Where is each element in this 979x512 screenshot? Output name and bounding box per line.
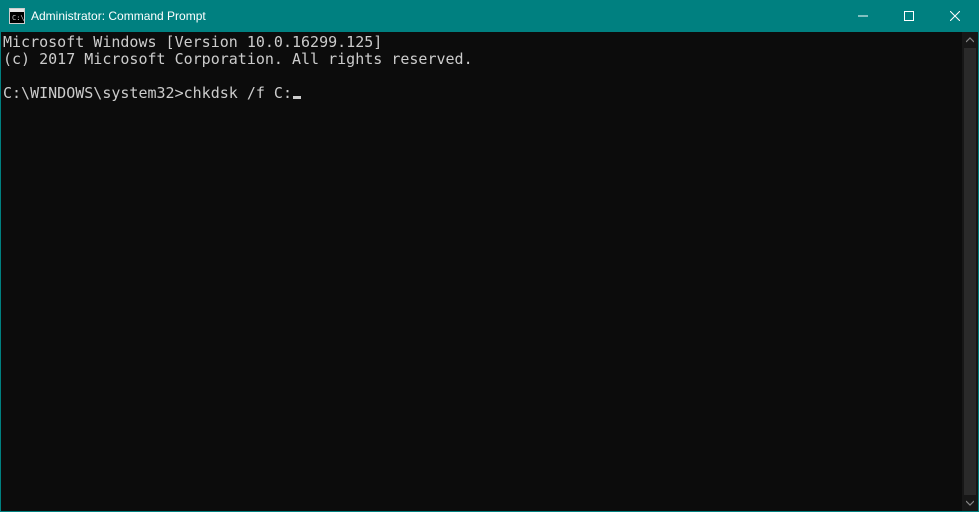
console-area: Microsoft Windows [Version 10.0.16299.12… xyxy=(1,31,978,511)
scroll-down-button[interactable] xyxy=(962,495,978,511)
console-line: (c) 2017 Microsoft Corporation. All righ… xyxy=(3,50,473,68)
text-cursor xyxy=(293,96,301,99)
console-prompt: C:\WINDOWS\system32> xyxy=(3,84,184,102)
window-title: Administrator: Command Prompt xyxy=(31,9,840,23)
maximize-icon xyxy=(904,11,914,21)
console-line: Microsoft Windows [Version 10.0.16299.12… xyxy=(3,33,382,51)
command-prompt-window: C:\ Administrator: Command Prompt Micros… xyxy=(0,0,979,512)
scrollbar-track[interactable] xyxy=(962,48,978,495)
chevron-up-icon xyxy=(966,36,974,44)
vertical-scrollbar[interactable] xyxy=(962,32,978,511)
minimize-button[interactable] xyxy=(840,1,886,31)
scroll-up-button[interactable] xyxy=(962,32,978,48)
console-output[interactable]: Microsoft Windows [Version 10.0.16299.12… xyxy=(1,32,962,511)
window-controls xyxy=(840,1,978,31)
cmd-icon: C:\ xyxy=(9,8,25,24)
maximize-button[interactable] xyxy=(886,1,932,31)
svg-text:C:\: C:\ xyxy=(12,14,25,22)
chevron-down-icon xyxy=(966,499,974,507)
close-button[interactable] xyxy=(932,1,978,31)
minimize-icon xyxy=(858,11,868,21)
scrollbar-thumb[interactable] xyxy=(964,48,976,495)
close-icon xyxy=(950,11,960,21)
console-command: chkdsk /f C: xyxy=(184,84,292,102)
titlebar[interactable]: C:\ Administrator: Command Prompt xyxy=(1,1,978,31)
